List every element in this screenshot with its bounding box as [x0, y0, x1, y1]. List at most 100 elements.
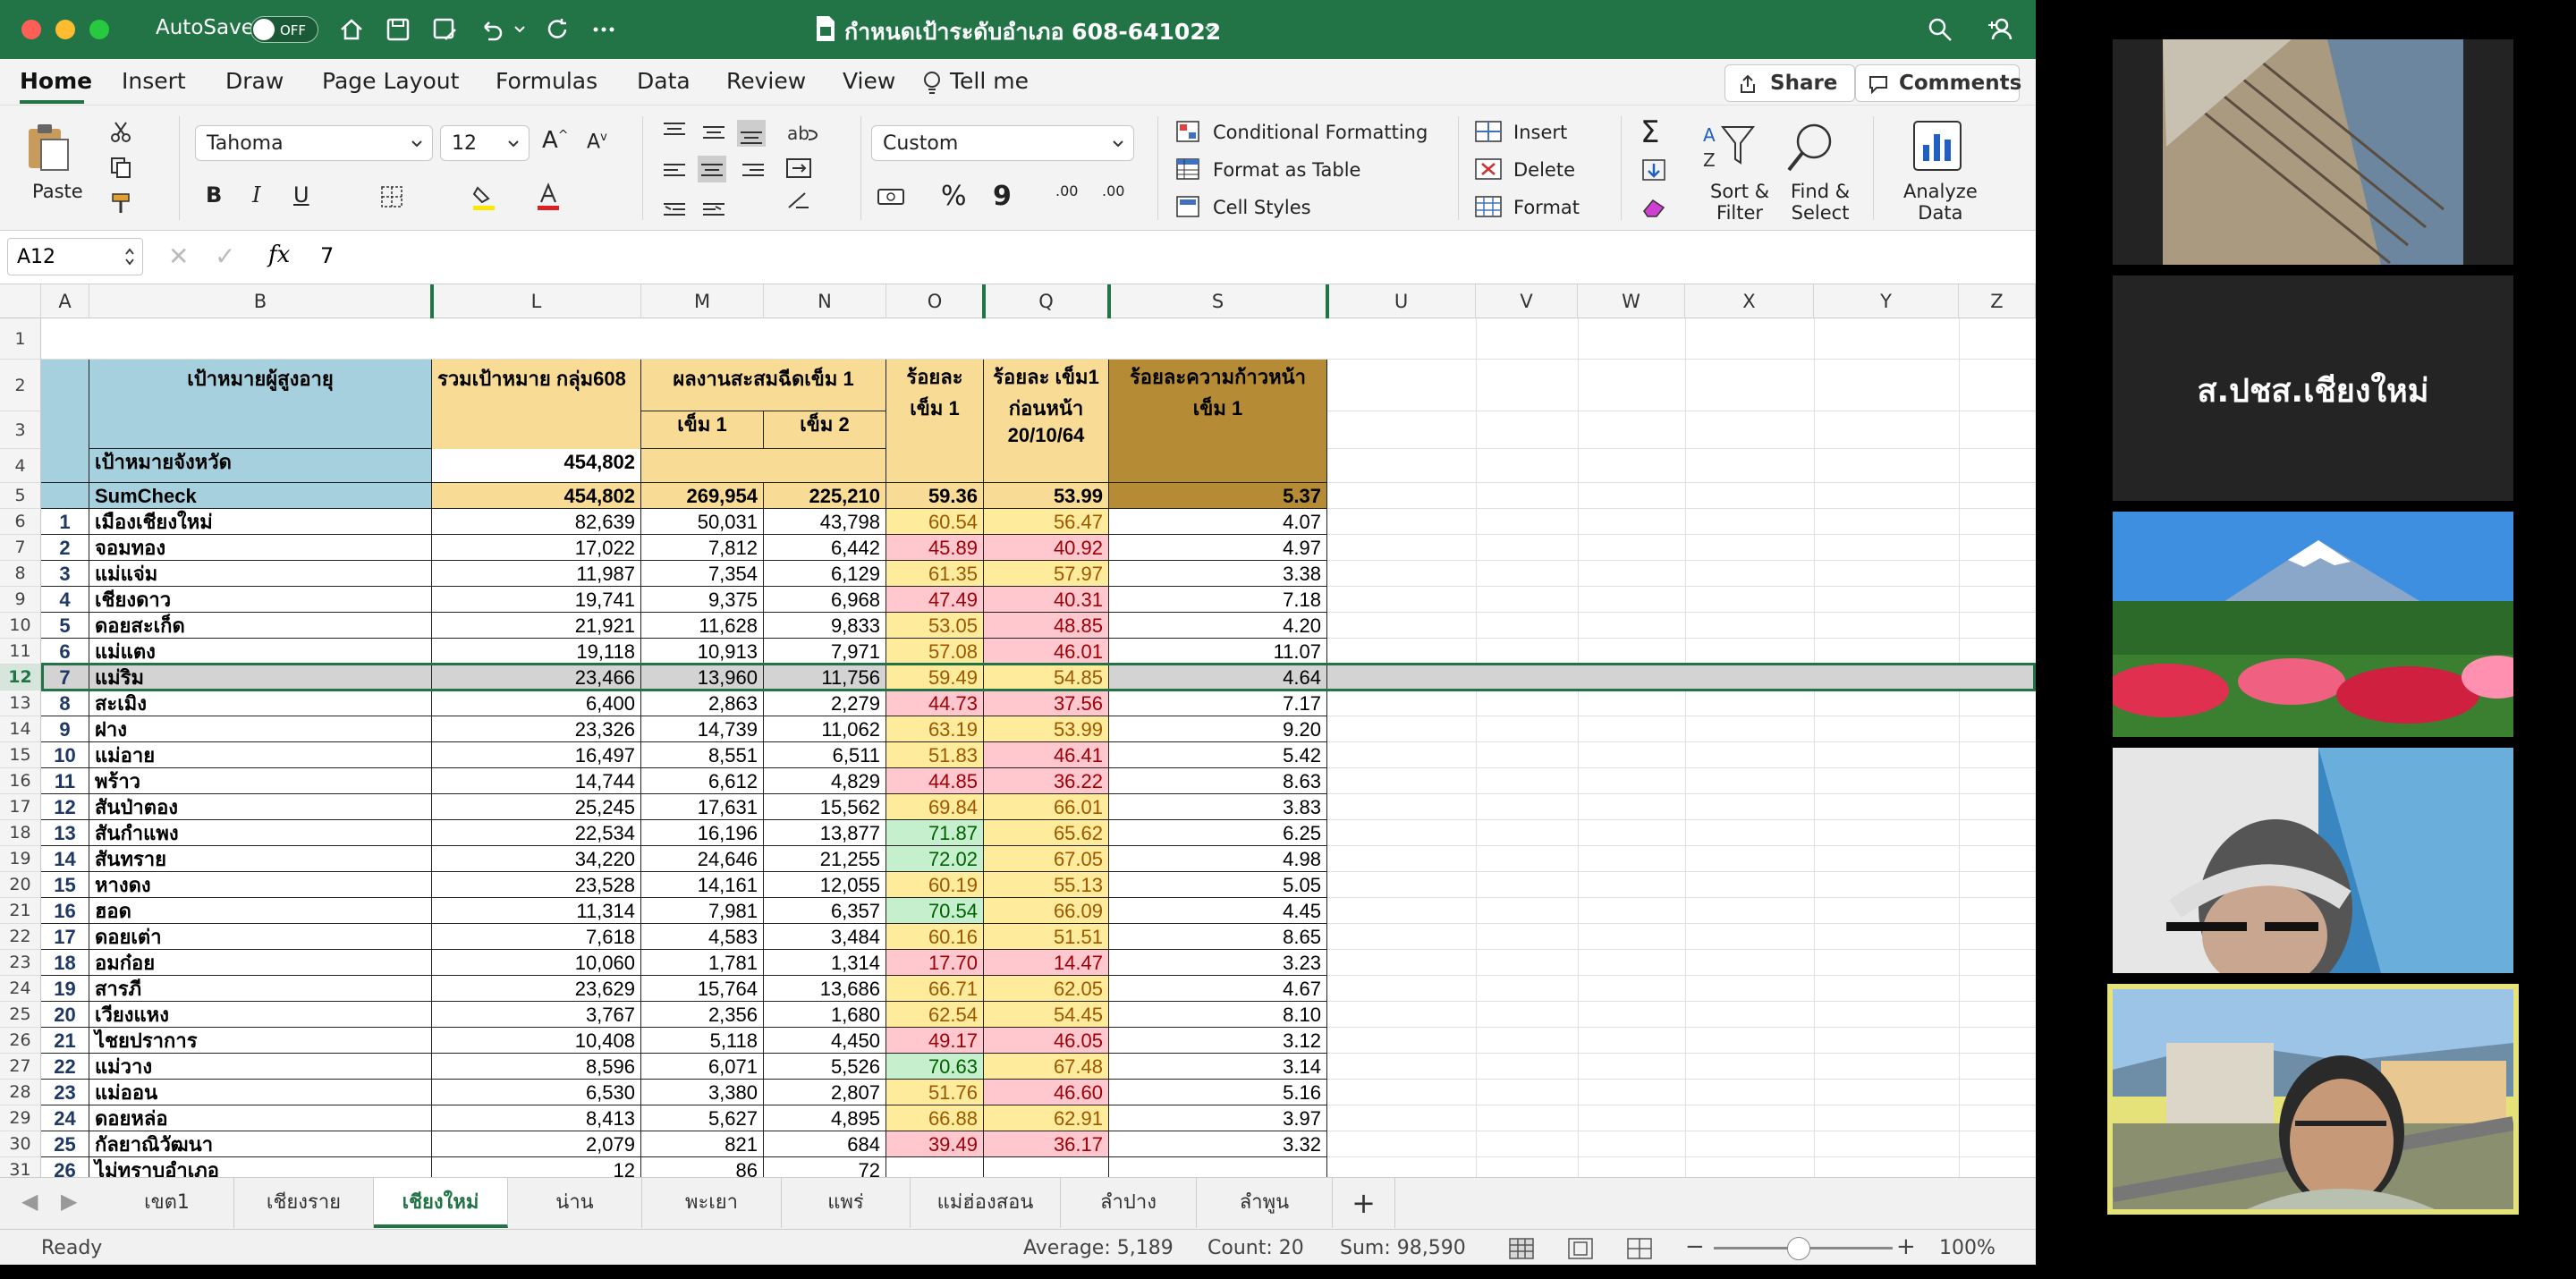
- district-name[interactable]: พร้าว: [89, 768, 432, 794]
- wrap-merge-orient-icons[interactable]: ab: [784, 118, 837, 215]
- comments-button[interactable]: Comments: [1855, 64, 2021, 102]
- district-progress[interactable]: 5.05: [1109, 872, 1327, 898]
- sumcheck-label[interactable]: SumCheck: [89, 483, 432, 509]
- district-dose1[interactable]: 2,863: [641, 690, 764, 716]
- fill-down-icon[interactable]: [1640, 157, 1667, 182]
- district-percent-previous[interactable]: 51.51: [984, 924, 1109, 950]
- row-header[interactable]: 24: [0, 976, 41, 1002]
- district-progress[interactable]: 5.16: [1109, 1080, 1327, 1105]
- district-percent-dose1[interactable]: 70.54: [886, 898, 984, 924]
- district-dose1[interactable]: 2,356: [641, 1002, 764, 1028]
- district-number[interactable]: 1: [41, 509, 89, 535]
- district-name[interactable]: เวียงแหง: [89, 1002, 432, 1028]
- tab-scroll-left-icon[interactable]: ◀: [21, 1189, 38, 1214]
- district-dose2[interactable]: 2,279: [764, 690, 886, 716]
- row-header[interactable]: 11: [0, 639, 41, 665]
- district-dose2[interactable]: 11,062: [764, 716, 886, 742]
- participant-video-4[interactable]: [2113, 748, 2513, 973]
- district-dose2[interactable]: 4,829: [764, 768, 886, 794]
- district-number[interactable]: 19: [41, 976, 89, 1002]
- page-break-view-icon[interactable]: [1626, 1237, 1653, 1260]
- zoom-window-button[interactable]: [89, 20, 109, 39]
- row-header[interactable]: 7: [0, 535, 41, 561]
- district-percent-previous[interactable]: 46.01: [984, 639, 1109, 665]
- row-header[interactable]: 15: [0, 742, 41, 768]
- district-name[interactable]: แม่แจ่ม: [89, 561, 432, 587]
- district-target[interactable]: 11,987: [432, 561, 641, 587]
- district-progress[interactable]: 8.63: [1109, 768, 1327, 794]
- district-name[interactable]: ดอยเต่า: [89, 924, 432, 950]
- bold-button[interactable]: B: [206, 182, 222, 208]
- district-number[interactable]: 2: [41, 535, 89, 561]
- zoom-in-icon[interactable]: +: [1896, 1233, 1916, 1260]
- district-percent-previous[interactable]: 53.99: [984, 716, 1109, 742]
- row-header[interactable]: 17: [0, 794, 41, 820]
- decrease-font-size-icon[interactable]: Av: [587, 131, 607, 153]
- district-dose2[interactable]: 15,562: [764, 794, 886, 820]
- district-target[interactable]: 23,326: [432, 716, 641, 742]
- column-header[interactable]: Z: [1959, 284, 2036, 318]
- row-header[interactable]: 12: [0, 665, 41, 690]
- comma-style-button[interactable]: 9: [993, 181, 1012, 212]
- district-percent-previous[interactable]: [984, 1157, 1109, 1177]
- district-percent-dose1[interactable]: 57.08: [886, 639, 984, 665]
- row-header[interactable]: 22: [0, 924, 41, 950]
- district-progress[interactable]: 3.12: [1109, 1028, 1327, 1054]
- document-title[interactable]: กำหนดเป้าระดับอำเภอ 608-641022: [844, 14, 1221, 50]
- district-percent-previous[interactable]: 48.85: [984, 613, 1109, 639]
- district-number[interactable]: 17: [41, 924, 89, 950]
- district-progress[interactable]: 5.42: [1109, 742, 1327, 768]
- district-target[interactable]: 12: [432, 1157, 641, 1177]
- district-dose1[interactable]: 10,913: [641, 639, 764, 665]
- row-header[interactable]: 29: [0, 1105, 41, 1131]
- zoom-slider-handle[interactable]: [1787, 1237, 1810, 1260]
- clear-icon[interactable]: [1640, 195, 1667, 220]
- redo-icon[interactable]: [544, 16, 571, 43]
- district-dose1[interactable]: 5,627: [641, 1105, 764, 1131]
- district-name[interactable]: สันป่าตอง: [89, 794, 432, 820]
- sheet-tab[interactable]: แม่ฮ่องสอน: [911, 1178, 1061, 1228]
- column-header[interactable]: W: [1578, 284, 1685, 318]
- tab-insert[interactable]: Insert: [122, 68, 186, 94]
- district-progress[interactable]: 8.10: [1109, 1002, 1327, 1028]
- district-percent-previous[interactable]: 40.31: [984, 587, 1109, 613]
- district-number[interactable]: 4: [41, 587, 89, 613]
- undo-icon[interactable]: [478, 16, 504, 43]
- search-icon[interactable]: [1927, 16, 1953, 43]
- district-dose2[interactable]: 43,798: [764, 509, 886, 535]
- district-dose1[interactable]: 50,031: [641, 509, 764, 535]
- district-percent-dose1[interactable]: 63.19: [886, 716, 984, 742]
- name-box[interactable]: A12: [7, 238, 143, 275]
- district-percent-previous[interactable]: 46.05: [984, 1028, 1109, 1054]
- district-percent-previous[interactable]: 36.22: [984, 768, 1109, 794]
- font-size-dropdown[interactable]: 12: [440, 125, 530, 161]
- district-percent-dose1[interactable]: 66.88: [886, 1105, 984, 1131]
- decrease-decimal-button[interactable]: .00: [1102, 182, 1124, 199]
- district-number[interactable]: 12: [41, 794, 89, 820]
- district-progress[interactable]: 4.45: [1109, 898, 1327, 924]
- sheet-tab[interactable]: ลำพูน: [1197, 1178, 1333, 1228]
- tell-me-search[interactable]: Tell me: [950, 68, 1029, 94]
- close-window-button[interactable]: [21, 20, 41, 39]
- row-header[interactable]: 10: [0, 613, 41, 639]
- minimize-window-button[interactable]: [55, 20, 75, 39]
- district-dose2[interactable]: 1,680: [764, 1002, 886, 1028]
- district-progress[interactable]: 6.25: [1109, 820, 1327, 846]
- district-progress[interactable]: 3.38: [1109, 561, 1327, 587]
- district-target[interactable]: 17,022: [432, 535, 641, 561]
- district-percent-dose1[interactable]: 44.73: [886, 690, 984, 716]
- district-number[interactable]: 10: [41, 742, 89, 768]
- column-header[interactable]: V: [1476, 284, 1578, 318]
- row-header[interactable]: 1: [0, 318, 41, 360]
- district-dose1[interactable]: 11,628: [641, 613, 764, 639]
- district-percent-previous[interactable]: 56.47: [984, 509, 1109, 535]
- district-percent-dose1[interactable]: 62.54: [886, 1002, 984, 1028]
- district-dose2[interactable]: 21,255: [764, 846, 886, 872]
- sort-filter-button[interactable]: Sort & Filter: [1710, 181, 1769, 224]
- header-cumulative-dose1[interactable]: ผลงานสะสมฉีดเข็ม 1: [641, 360, 886, 411]
- district-dose2[interactable]: 4,450: [764, 1028, 886, 1054]
- row-header[interactable]: 9: [0, 587, 41, 613]
- district-percent-dose1[interactable]: 61.35: [886, 561, 984, 587]
- district-number[interactable]: 25: [41, 1131, 89, 1157]
- district-percent-dose1[interactable]: 47.49: [886, 587, 984, 613]
